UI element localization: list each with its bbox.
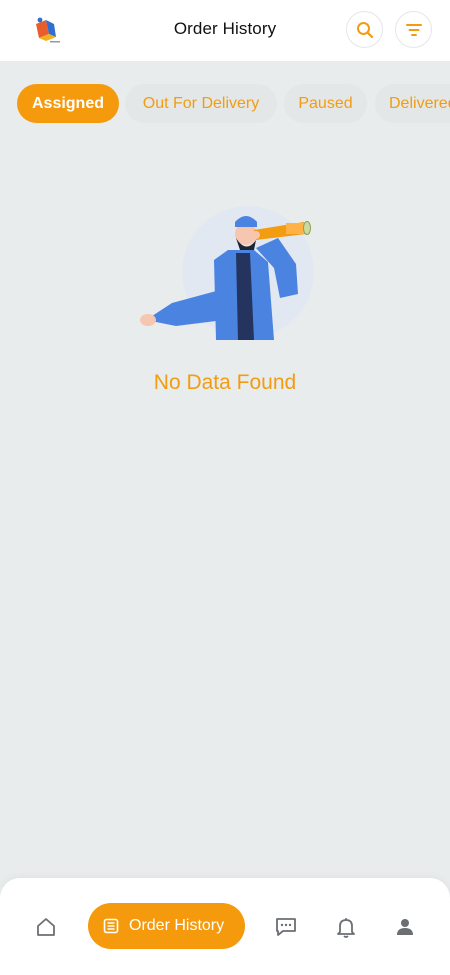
bell-icon[interactable]: [335, 916, 357, 938]
app-header: Order History: [0, 0, 450, 61]
telescope-man-illustration: [140, 206, 314, 340]
nav-active-label: Order History: [129, 917, 225, 934]
tab-paused[interactable]: Paused: [284, 84, 367, 123]
tab-out-for-delivery[interactable]: Out For Delivery: [125, 84, 277, 123]
chat-icon[interactable]: [275, 916, 297, 938]
search-icon: [356, 21, 373, 38]
bottom-navigation: Order History: [0, 878, 450, 975]
filter-icon: [405, 23, 422, 36]
status-tabs: Assigned Out For Delivery Paused Deliver…: [0, 84, 450, 124]
user-icon[interactable]: [394, 916, 416, 938]
order-history-icon: [103, 918, 119, 934]
nav-order-history-button[interactable]: Order History: [88, 903, 245, 949]
home-icon[interactable]: [35, 916, 57, 938]
no-data-message: No Data Found: [153, 371, 297, 394]
tab-delivered[interactable]: Delivered: [375, 84, 450, 123]
tab-assigned[interactable]: Assigned: [17, 84, 119, 123]
search-button[interactable]: [346, 11, 383, 48]
filter-button[interactable]: [395, 11, 432, 48]
